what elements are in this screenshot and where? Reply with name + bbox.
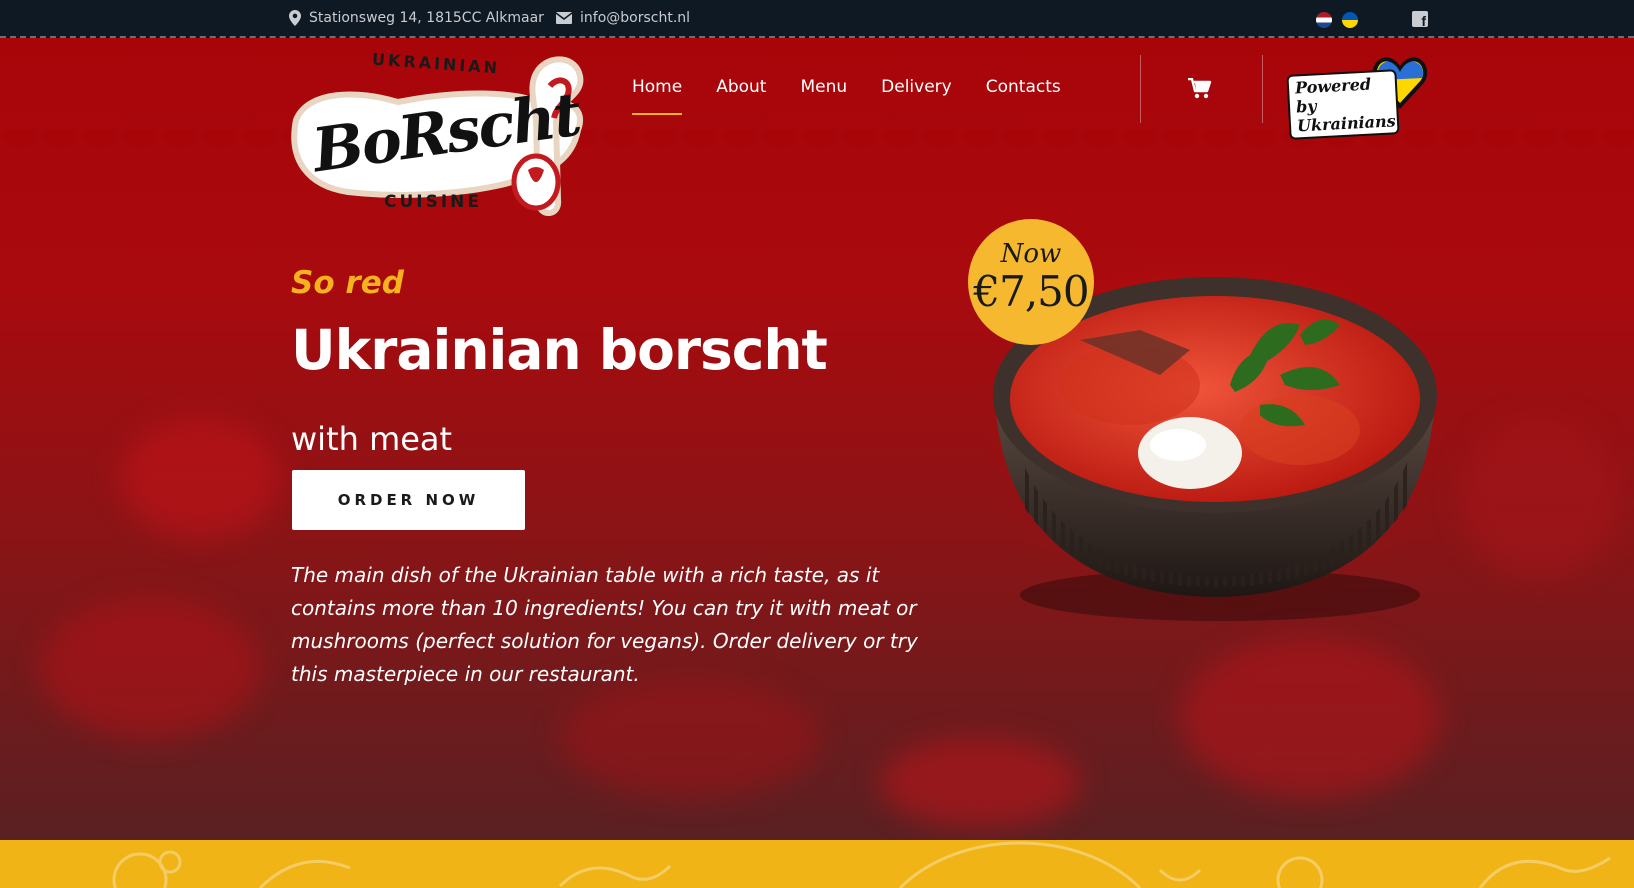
flag-nl-icon[interactable]: [1316, 12, 1332, 28]
powered-by-ukrainians-badge[interactable]: Powered by Ukrainians: [1286, 54, 1428, 140]
powered-text: Powered by Ukrainians: [1286, 69, 1400, 140]
powered-line-1: Powered by: [1294, 74, 1372, 117]
main-nav: Home About Menu Delivery Contacts: [632, 77, 1061, 115]
email[interactable]: info@borscht.nl: [556, 10, 690, 26]
address: Stationsweg 14, 1815CC Alkmaar: [289, 10, 544, 26]
logo-bottom-text: CUISINE: [384, 192, 483, 212]
price-badge-price: €7,50: [973, 267, 1089, 316]
hero-subtitle: with meat: [291, 420, 453, 458]
powered-line-2: Ukrainians: [1296, 111, 1397, 136]
nav-home[interactable]: Home: [632, 77, 683, 115]
cart-icon[interactable]: [1188, 77, 1212, 104]
mail-icon: [556, 12, 572, 24]
hero-description: The main dish of the Ukrainian table wit…: [291, 563, 918, 686]
hero-tagline: So red: [291, 265, 404, 301]
borscht-logo[interactable]: UKRAINIAN BoRscht CUISINE: [288, 50, 593, 220]
flag-ua-icon[interactable]: [1342, 12, 1358, 28]
address-text: Stationsweg 14, 1815CC Alkmaar: [309, 10, 544, 26]
top-bar: Stationsweg 14, 1815CC Alkmaar info@bors…: [0, 0, 1634, 38]
nav-menu[interactable]: Menu: [800, 77, 847, 115]
email-text[interactable]: info@borscht.nl: [580, 10, 690, 26]
facebook-icon[interactable]: f: [1412, 11, 1428, 28]
price-badge: Now €7,50: [968, 219, 1094, 345]
order-now-button[interactable]: ORDER NOW: [292, 470, 525, 530]
hero-title: Ukrainian borscht: [291, 318, 828, 382]
nav-about[interactable]: About: [716, 77, 766, 115]
divider: [1262, 55, 1263, 123]
bottom-section: [0, 840, 1634, 888]
nav-contacts[interactable]: Contacts: [986, 77, 1061, 115]
price-badge-now: Now: [1000, 239, 1062, 269]
location-pin-icon: [289, 10, 301, 26]
nav-delivery[interactable]: Delivery: [881, 77, 952, 115]
divider: [1140, 55, 1141, 123]
